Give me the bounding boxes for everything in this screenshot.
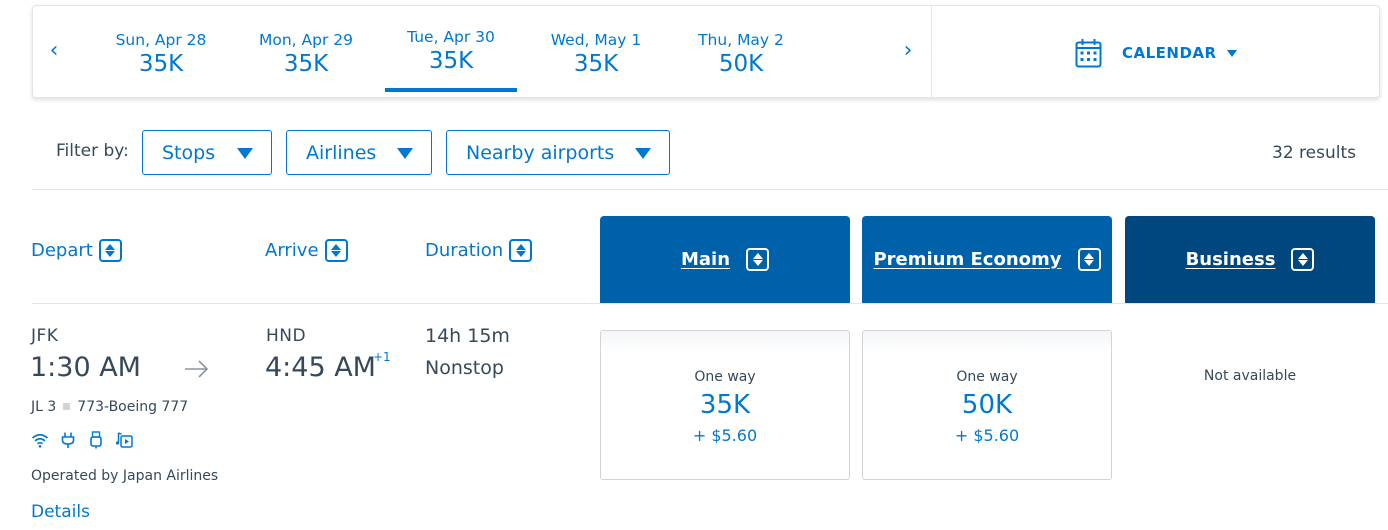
sort-icon <box>1291 248 1315 271</box>
date-tab-label: Thu, May 2 <box>698 31 784 49</box>
stops-info: Nonstop <box>425 357 504 379</box>
date-tab-price: 35K <box>138 51 184 77</box>
sort-arrive-button[interactable]: Arrive <box>265 239 348 262</box>
date-tab-tue-apr-30[interactable]: Tue, Apr 30 35K <box>385 6 517 99</box>
airlines-filter-dropdown[interactable]: Airlines <box>286 130 432 175</box>
fare-miles: 50K <box>961 390 1013 420</box>
calendar-label: CALENDAR <box>1122 44 1217 62</box>
sort-business-button[interactable]: Business <box>1125 216 1375 303</box>
fare-tax: + $5.60 <box>954 426 1020 445</box>
arrive-time: 4:45 AM <box>265 352 376 383</box>
main-fare-card[interactable]: One way 35K + $5.60 <box>600 330 850 480</box>
sort-premium-economy-button[interactable]: Premium Economy <box>862 216 1112 303</box>
calendar-button[interactable]: CALENDAR <box>1075 36 1237 70</box>
date-tab-price: 35K <box>573 51 619 77</box>
airlines-filter-label: Airlines <box>306 141 377 164</box>
premium-economy-label: Premium Economy <box>873 249 1062 270</box>
arrow-right-icon <box>185 360 209 378</box>
details-link[interactable]: Details <box>31 502 90 522</box>
operated-by: Operated by Japan Airlines <box>31 468 219 484</box>
entertainment-icon <box>115 432 133 448</box>
usb-icon <box>90 431 102 449</box>
strip-divider <box>931 6 932 99</box>
business-cabin-label: Business <box>1185 249 1276 270</box>
main-cabin-label: Main <box>680 249 731 270</box>
sort-main-cabin-button[interactable]: Main <box>600 216 850 303</box>
flight-duration: 14h 15m <box>425 325 510 347</box>
date-tab-label: Tue, Apr 30 <box>407 28 495 46</box>
sort-icon <box>98 239 122 262</box>
depart-airport: JFK <box>31 326 59 346</box>
duration-header-label: Duration <box>425 240 504 261</box>
arrive-header-label: Arrive <box>265 240 319 261</box>
date-tab-mon-apr-29[interactable]: Mon, Apr 29 35K <box>240 6 372 99</box>
date-tab-price: 35K <box>428 48 474 74</box>
filter-label: Filter by: <box>56 141 129 161</box>
fare-miles: 35K <box>699 390 751 420</box>
stops-filter-dropdown[interactable]: Stops <box>142 130 272 175</box>
arrive-airport: HND <box>266 326 307 346</box>
depart-time: 1:30 AM <box>30 352 141 383</box>
business-not-available: Not available <box>1203 368 1297 384</box>
day-offset: +1 <box>373 350 391 364</box>
separator-dot <box>63 403 71 410</box>
fare-type: One way <box>694 369 756 385</box>
sort-depart-button[interactable]: Depart <box>31 239 122 262</box>
sort-icon <box>746 248 770 271</box>
wifi-icon <box>31 433 49 448</box>
sort-icon <box>1077 248 1101 271</box>
stops-filter-label: Stops <box>162 141 216 164</box>
divider <box>32 303 1388 304</box>
nearby-airports-filter-dropdown[interactable]: Nearby airports <box>446 130 670 175</box>
date-tab-wed-may-1[interactable]: Wed, May 1 35K <box>530 6 662 99</box>
caret-down-icon <box>237 148 253 159</box>
flight-info: JL 3 773-Boeing 777 <box>31 399 188 415</box>
caret-down-icon <box>1226 49 1237 57</box>
caret-down-icon <box>397 148 413 159</box>
divider <box>32 189 1388 190</box>
previous-dates-button[interactable]: ‹ <box>42 34 66 68</box>
date-tab-price: 50K <box>718 51 764 77</box>
depart-header-label: Depart <box>31 240 93 261</box>
fare-type: One way <box>956 369 1018 385</box>
flight-number: JL 3 <box>31 399 57 415</box>
sort-icon <box>324 239 348 262</box>
next-dates-button[interactable]: › <box>896 34 920 68</box>
date-tab-label: Mon, Apr 29 <box>259 31 353 49</box>
sort-icon <box>509 239 533 262</box>
aircraft-type: 773-Boeing 777 <box>77 399 189 415</box>
date-tab-label: Wed, May 1 <box>550 31 642 49</box>
date-tab-price: 35K <box>283 51 329 77</box>
sort-duration-button[interactable]: Duration <box>425 239 533 262</box>
power-outlet-icon <box>61 432 75 448</box>
fare-tax: + $5.60 <box>692 426 758 445</box>
results-count: 32 results <box>1272 143 1356 163</box>
caret-down-icon <box>635 148 651 159</box>
amenities <box>31 431 133 449</box>
nearby-airports-filter-label: Nearby airports <box>466 141 615 164</box>
date-tab-sun-apr-28[interactable]: Sun, Apr 28 35K <box>95 6 227 99</box>
date-tab-label: Sun, Apr 28 <box>115 31 207 49</box>
calendar-icon <box>1075 39 1102 68</box>
date-tab-thu-may-2[interactable]: Thu, May 2 50K <box>675 6 807 99</box>
premium-economy-fare-card[interactable]: One way 50K + $5.60 <box>862 330 1112 480</box>
date-strip: ‹ Sun, Apr 28 35K Mon, Apr 29 35K Tue, A… <box>32 5 1380 99</box>
